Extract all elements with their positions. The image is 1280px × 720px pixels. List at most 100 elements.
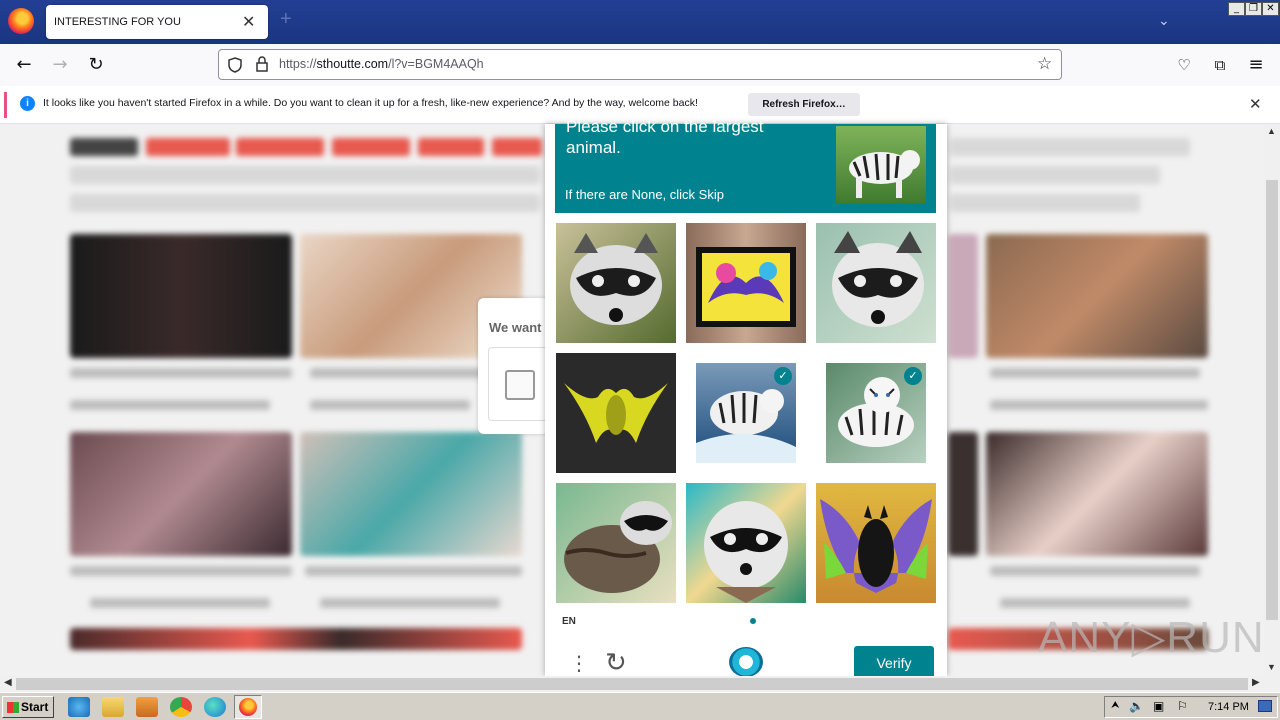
anyrun-watermark: ANY▷RUN bbox=[1038, 613, 1265, 662]
url-text[interactable]: https://sthoutte.com/l?v=BGM4AAQh bbox=[279, 57, 484, 71]
list-all-tabs-icon[interactable]: ⌄ bbox=[1158, 12, 1170, 29]
tag-row bbox=[950, 138, 1190, 156]
scroll-down-icon[interactable]: ▼ bbox=[1267, 662, 1276, 672]
action-center-flag-icon[interactable]: ⚐ bbox=[1177, 699, 1188, 713]
captcha-checkbox[interactable] bbox=[505, 370, 535, 400]
selected-check-icon: ✓ bbox=[904, 367, 922, 385]
verify-button[interactable]: Verify bbox=[854, 646, 934, 680]
video-thumbnail bbox=[948, 234, 978, 358]
notification-accent bbox=[4, 92, 7, 118]
video-caption bbox=[305, 566, 522, 576]
url-prefix: https:// bbox=[279, 57, 317, 71]
selected-check-icon: ✓ bbox=[774, 367, 792, 385]
category-pill bbox=[236, 138, 324, 156]
category-pill bbox=[492, 138, 542, 156]
background-dialog-text: We want bbox=[489, 320, 542, 335]
system-tray: ⮝ 🔈 ▣ ⚐ bbox=[1104, 696, 1278, 718]
example-tiger-image bbox=[836, 126, 926, 204]
network-icon[interactable]: ▣ bbox=[1153, 699, 1164, 713]
refresh-firefox-button[interactable]: Refresh Firefox… bbox=[748, 93, 860, 116]
url-bar[interactable]: https://sthoutte.com/l?v=BGM4AAQh ☆ bbox=[218, 49, 1062, 80]
video-caption bbox=[1000, 598, 1190, 608]
shield-icon[interactable] bbox=[227, 57, 243, 73]
edge-icon[interactable] bbox=[204, 697, 226, 717]
video-thumbnail bbox=[300, 432, 522, 556]
scroll-left-icon[interactable]: ◀ bbox=[4, 677, 12, 688]
browser-title-bar: INTERESTING FOR YOU ✕ + ⌄ _ ❐ ✕ bbox=[0, 0, 1280, 44]
bookmark-star-icon[interactable]: ☆ bbox=[1037, 54, 1052, 74]
category-pill bbox=[332, 138, 410, 156]
hcaptcha-logo[interactable] bbox=[729, 647, 763, 677]
firefox-icon[interactable] bbox=[8, 8, 34, 34]
captcha-tile-bat-painting[interactable] bbox=[686, 223, 806, 343]
captcha-tile-tiger[interactable]: ✓ bbox=[696, 363, 796, 463]
firefox-taskbar-icon bbox=[239, 698, 257, 716]
notification-text: It looks like you haven't started Firefo… bbox=[43, 97, 698, 109]
video-thumbnail bbox=[948, 432, 978, 556]
captcha-tile-bat[interactable] bbox=[816, 483, 936, 603]
scroll-up-icon[interactable]: ▲ bbox=[1267, 126, 1276, 136]
new-tab-icon[interactable]: + bbox=[280, 8, 292, 31]
captcha-tile-raccoon[interactable] bbox=[556, 223, 676, 343]
minimize-button[interactable]: _ bbox=[1228, 2, 1245, 16]
vertical-scroll-thumb[interactable] bbox=[1266, 180, 1278, 620]
video-caption bbox=[70, 566, 292, 576]
tab-interesting-for-you[interactable]: INTERESTING FOR YOU ✕ bbox=[46, 5, 268, 39]
language-selector[interactable]: EN bbox=[562, 616, 576, 627]
video-caption bbox=[70, 368, 292, 378]
start-button[interactable]: Start bbox=[2, 696, 54, 718]
tag-row bbox=[950, 166, 1160, 184]
prompt-subtitle: If there are None, click Skip bbox=[565, 187, 724, 202]
video-caption bbox=[320, 598, 500, 608]
restore-button[interactable]: ❐ bbox=[1245, 2, 1262, 16]
media-player-icon[interactable] bbox=[136, 697, 158, 717]
captcha-challenge: Please click on the largest animal. If t… bbox=[545, 117, 947, 680]
close-window-button[interactable]: ✕ bbox=[1262, 2, 1279, 16]
clock[interactable]: 7:14 PM bbox=[1208, 701, 1249, 713]
horizontal-scroll-thumb[interactable] bbox=[16, 678, 1248, 690]
category-pill bbox=[70, 138, 138, 156]
reload-page-icon[interactable]: ↻ bbox=[84, 54, 108, 76]
tab-close-icon[interactable]: ✕ bbox=[242, 12, 255, 32]
refresh-challenge-icon[interactable]: ↻ bbox=[605, 648, 627, 678]
page-indicator-dot bbox=[750, 618, 756, 624]
captcha-tile-tiger[interactable]: ✓ bbox=[826, 363, 926, 463]
video-caption bbox=[990, 566, 1200, 576]
back-icon[interactable]: ← bbox=[12, 54, 36, 76]
forward-icon[interactable]: → bbox=[48, 54, 72, 76]
checkbox-frame bbox=[488, 347, 548, 421]
video-thumbnail-row bbox=[70, 628, 522, 650]
scroll-right-icon[interactable]: ▶ bbox=[1252, 677, 1260, 688]
video-caption bbox=[990, 400, 1208, 410]
file-explorer-icon[interactable] bbox=[102, 697, 124, 717]
video-caption bbox=[990, 368, 1200, 378]
url-path: /l?v=BGM4AAQh bbox=[388, 57, 484, 71]
chrome-icon[interactable] bbox=[170, 697, 192, 717]
video-thumbnail bbox=[70, 432, 292, 556]
captcha-tile-raccoon[interactable] bbox=[686, 483, 806, 603]
video-caption bbox=[90, 598, 270, 608]
show-hidden-icons-icon[interactable]: ⮝ bbox=[1111, 700, 1120, 711]
windows-flag-icon bbox=[7, 702, 19, 713]
captcha-tile-bat[interactable] bbox=[556, 353, 676, 473]
taskbar-firefox-button[interactable] bbox=[234, 695, 262, 719]
extensions-icon[interactable]: ⧉ bbox=[1208, 54, 1232, 76]
internet-explorer-icon[interactable] bbox=[68, 697, 90, 717]
url-host: sthoutte.com bbox=[316, 57, 389, 71]
captcha-tile-raccoon[interactable] bbox=[556, 483, 676, 603]
video-caption bbox=[70, 400, 270, 410]
background-dialog: We want bbox=[478, 298, 548, 434]
volume-icon[interactable]: 🔈 bbox=[1129, 699, 1144, 713]
captcha-tile-raccoon[interactable] bbox=[816, 223, 936, 343]
lock-icon[interactable] bbox=[255, 56, 269, 73]
notification-close-icon[interactable]: ✕ bbox=[1249, 95, 1262, 113]
show-desktop-icon[interactable] bbox=[1258, 700, 1272, 712]
pocket-icon[interactable]: ♡ bbox=[1172, 54, 1196, 76]
windows-taskbar: Start ⮝ 🔈 ▣ ⚐ 7:14 PM bbox=[0, 692, 1280, 720]
tag-row bbox=[70, 194, 540, 212]
more-options-icon[interactable]: ⋮ bbox=[569, 651, 589, 675]
info-icon: i bbox=[20, 96, 35, 111]
menu-icon[interactable]: ≡ bbox=[1244, 54, 1268, 76]
category-pill bbox=[146, 138, 230, 156]
category-pill bbox=[418, 138, 484, 156]
